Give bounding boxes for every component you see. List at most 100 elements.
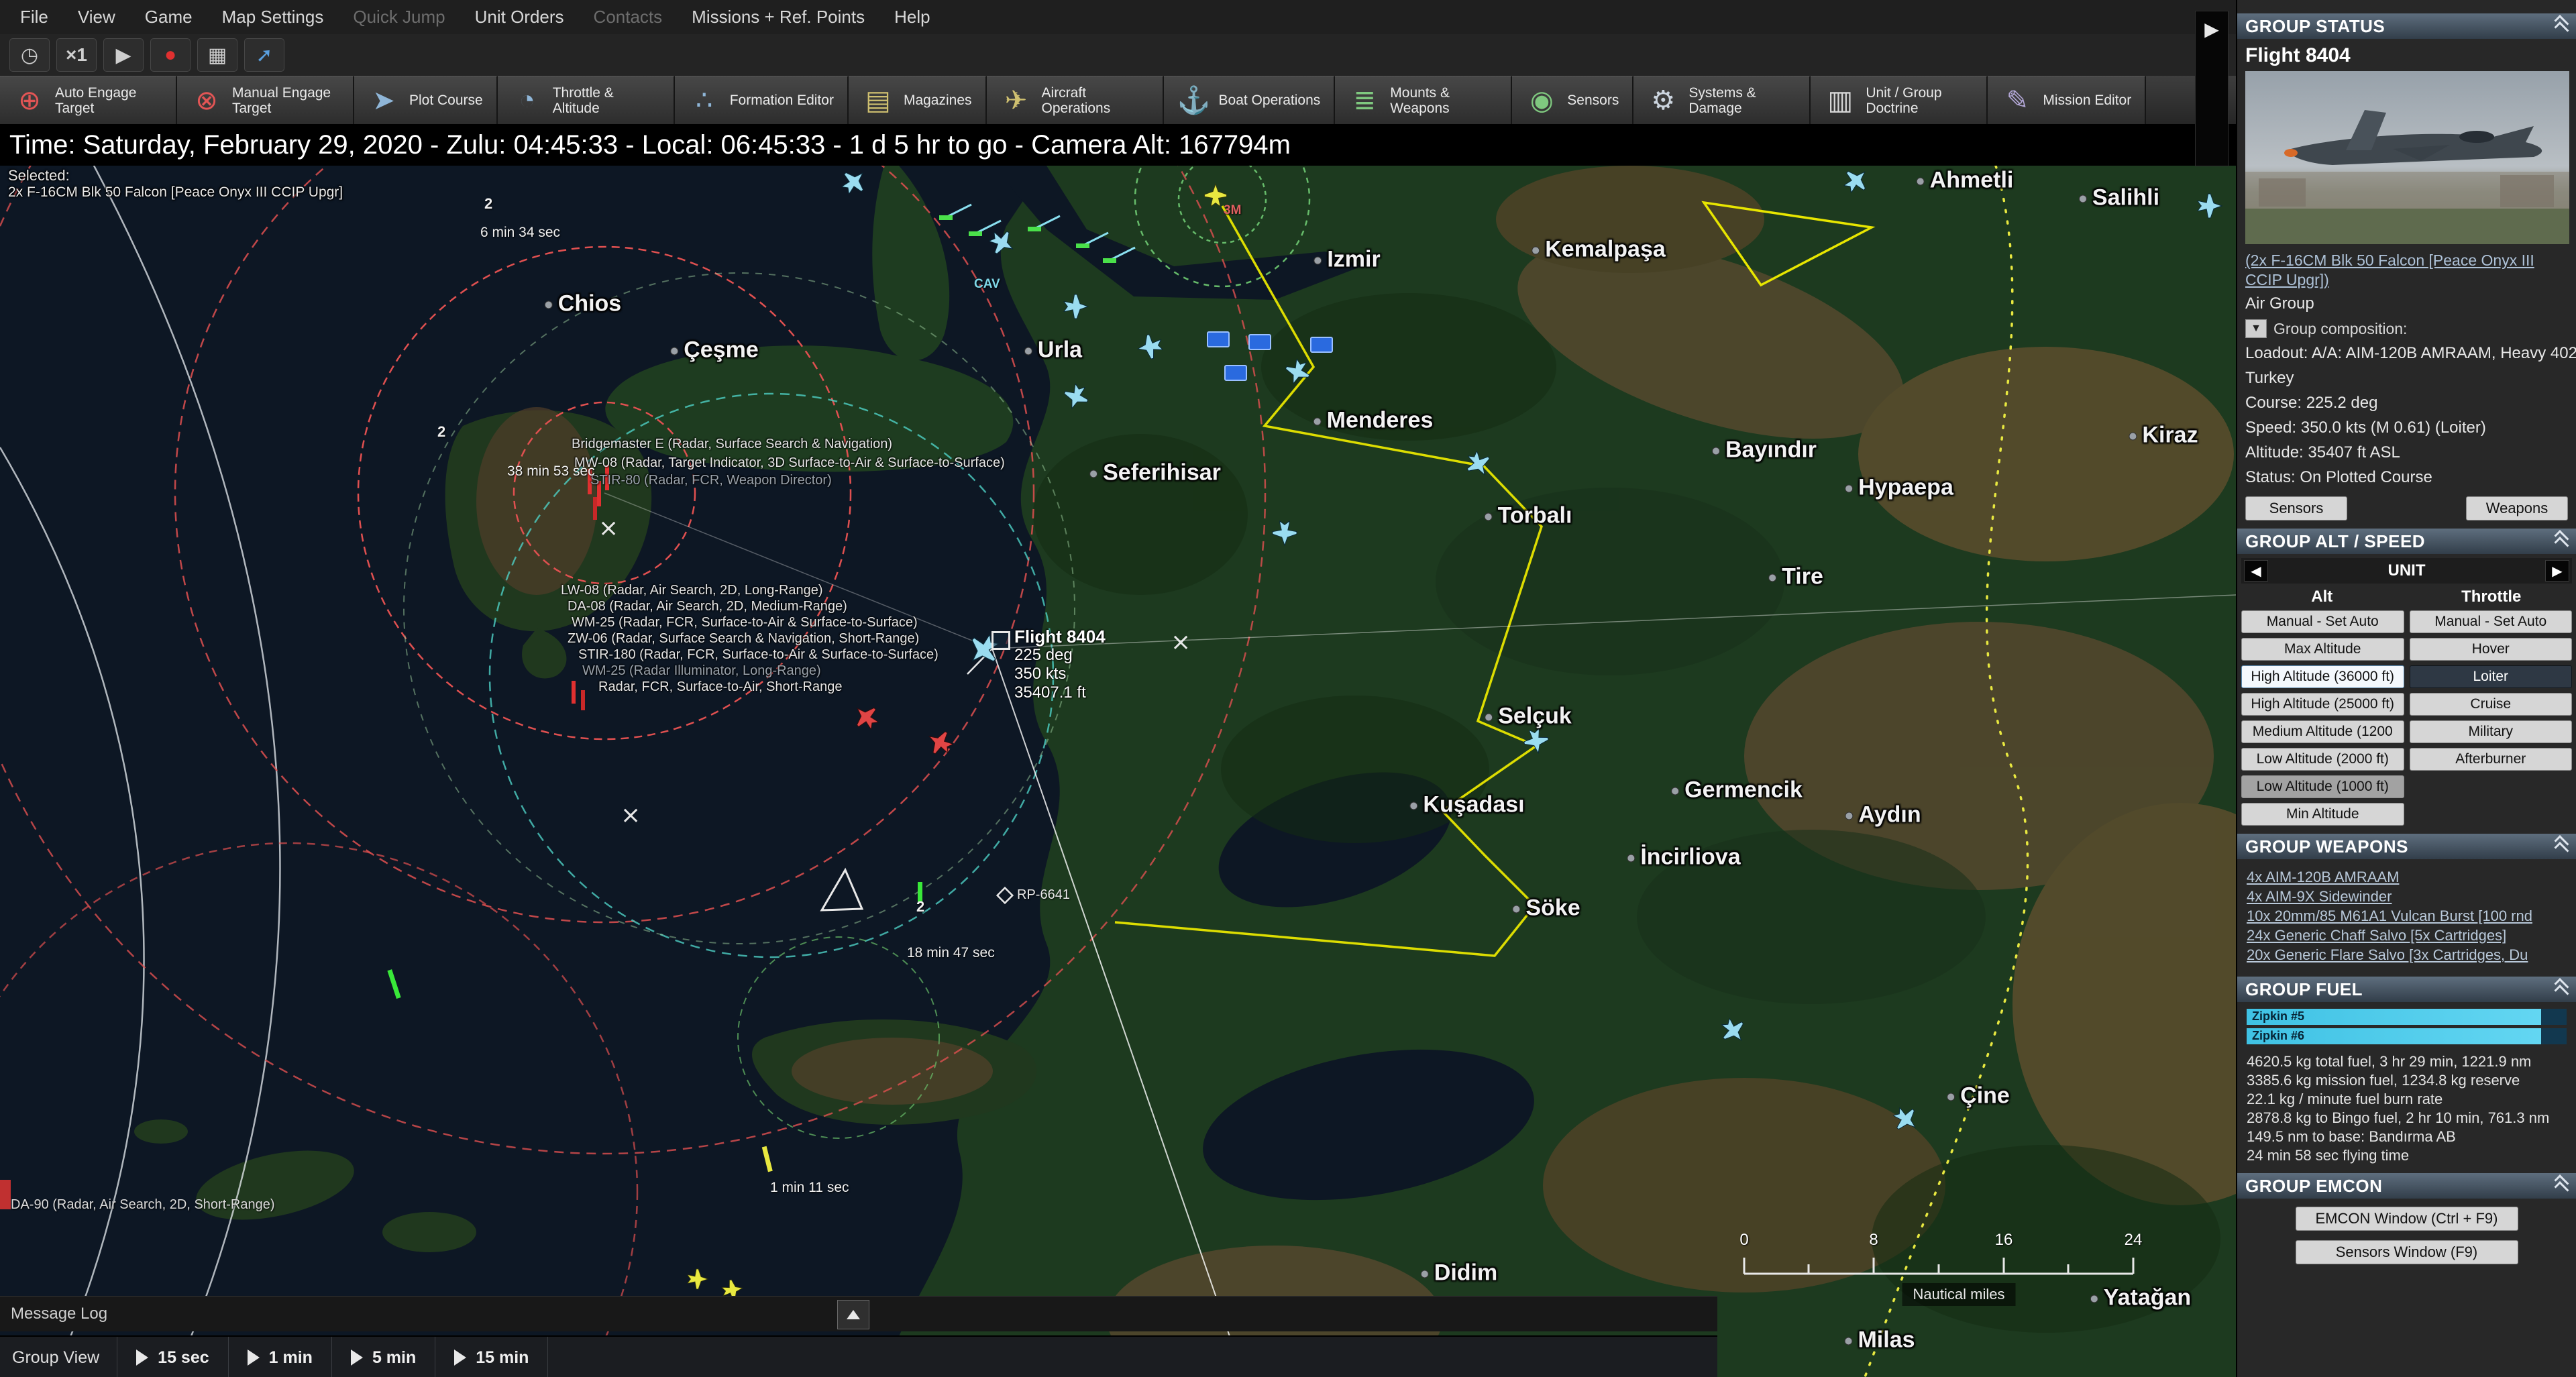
section-title: GROUP ALT / SPEED (2245, 531, 2425, 552)
throttle-button[interactable]: Military (2410, 720, 2573, 743)
group-emcon-header[interactable]: GROUP EMCON (2237, 1173, 2576, 1199)
menu-item[interactable]: Game (130, 0, 207, 34)
fuel-info-line: 3385.6 kg mission fuel, 1234.8 kg reserv… (2247, 1071, 2567, 1090)
f16-photo-illustration (2245, 71, 2569, 244)
time-compression-button[interactable]: ×1 (56, 38, 97, 72)
weapon-link[interactable]: 10x 20mm/85 M61A1 Vulcan Burst [100 rnd (2247, 906, 2567, 926)
weapon-link[interactable]: 4x AIM-9X Sidewinder (2247, 887, 2567, 906)
toolbar-button-label: Magazines (904, 93, 972, 108)
altitude-button[interactable]: High Altitude (25000 ft) (2241, 693, 2404, 716)
composition-dropdown-icon[interactable]: ▼ (2245, 319, 2267, 338)
screenshot-icon[interactable]: ▦ (197, 38, 237, 72)
altitude-button[interactable]: Manual - Set Auto (2241, 610, 2404, 633)
menu-item[interactable]: Unit Orders (460, 0, 579, 34)
group-info-line: Speed: 350.0 kts (M 0.61) (Loiter) (2237, 412, 2576, 437)
svg-text:×: × (598, 514, 619, 542)
next-unit-button[interactable]: ▶ (2545, 560, 2569, 582)
weapons-button[interactable]: Weapons (2466, 496, 2568, 520)
weapon-link[interactable]: 20x Generic Flare Salvo [3x Cartridges, … (2247, 945, 2567, 965)
group-alt-speed-header[interactable]: GROUP ALT / SPEED (2237, 529, 2576, 554)
collapse-chevron-icon[interactable] (2555, 840, 2568, 853)
toolbar-button[interactable]: ◉ Sensors (1512, 76, 1633, 124)
throttle-button[interactable]: Cruise (2410, 693, 2573, 716)
menu-item[interactable]: View (63, 0, 130, 34)
toolbar-button[interactable]: ⚓ Boat Operations (1164, 76, 1336, 124)
record-button[interactable]: ● (150, 38, 191, 72)
group-composition-row: ▼ Group composition: (2237, 314, 2576, 338)
collapse-chevron-icon[interactable] (2555, 983, 2568, 996)
toolbar-button[interactable]: ⊕ Auto Engage Target (0, 76, 177, 124)
toolbar-button[interactable]: ⚙ Systems & Damage (1633, 76, 1811, 124)
fuel-gauge: Zipkin #6 (2247, 1028, 2567, 1044)
throttle-button[interactable]: Hover (2410, 638, 2573, 661)
toolbar-button[interactable]: ∴ Formation Editor (675, 76, 849, 124)
toolbar-button[interactable]: ◔ Throttle & Altitude (498, 76, 675, 124)
altitude-button[interactable]: Max Altitude (2241, 638, 2404, 661)
previous-unit-button[interactable]: ◀ (2244, 560, 2268, 582)
jump-to-icon[interactable]: ➚ (244, 38, 284, 72)
collapse-chevron-icon[interactable] (2555, 19, 2568, 33)
sidebar-collapse-strip[interactable]: ▶ (2195, 11, 2229, 166)
message-log-expand-button[interactable] (837, 1300, 869, 1329)
collapse-chevron-icon[interactable] (2555, 1179, 2568, 1193)
menu-item[interactable]: Map Settings (207, 0, 339, 34)
play-icon (351, 1350, 363, 1366)
emcon-window-button[interactable]: EMCON Window (Ctrl + F9) (2296, 1207, 2518, 1231)
right-sidebar: GROUP STATUS Flight 8404 (2x F-16CM Blk … (2236, 0, 2576, 1377)
map-canvas[interactable]: × × × (0, 166, 2236, 1377)
collapse-chevron-icon[interactable] (2555, 535, 2568, 548)
toolbar-button[interactable]: ➤ Plot Course (354, 76, 498, 124)
emcon-window-button[interactable]: Sensors Window (F9) (2296, 1240, 2518, 1264)
altitude-button[interactable]: Low Altitude (2000 ft) (2241, 748, 2404, 771)
altitude-button[interactable]: Min Altitude (2241, 803, 2404, 826)
playback-speed-button[interactable]: 1 min (229, 1337, 332, 1377)
toolbar-button[interactable]: ▤ Magazines (849, 76, 987, 124)
sensors-button[interactable]: Sensors (2245, 496, 2347, 520)
menu-item[interactable]: Missions + Ref. Points (677, 0, 879, 34)
toolbar-button-icon: ➤ (368, 85, 400, 116)
group-weapons-header[interactable]: GROUP WEAPONS (2237, 834, 2576, 859)
map-viewport[interactable]: × × × (0, 166, 2236, 1377)
message-log-bar[interactable]: Message Log (0, 1296, 1717, 1331)
sensors-weapons-row: Sensors Weapons (2237, 487, 2576, 527)
altitude-button[interactable]: High Altitude (36000 ft) (2241, 665, 2404, 688)
toolbar-button[interactable]: ✎ Mission Editor (1988, 76, 2146, 124)
weapon-link[interactable]: 4x AIM-120B AMRAAM (2247, 867, 2567, 887)
edge-hostile-contact[interactable] (0, 1180, 11, 1209)
toolbar-button[interactable]: ✈ Aircraft Operations (987, 76, 1164, 124)
menu-item[interactable]: Help (879, 0, 945, 34)
unit-selector: ◀ UNIT ▶ (2241, 558, 2572, 584)
toolbar-button[interactable]: ≣ Mounts & Weapons (1335, 76, 1512, 124)
clock-icon[interactable]: ◷ (9, 38, 50, 72)
menu-bar: FileViewGameMap SettingsQuick JumpUnit O… (0, 0, 2241, 35)
group-fuel-header[interactable]: GROUP FUEL (2237, 977, 2576, 1002)
toolbar-button[interactable]: ⊗ Manual Engage Target (177, 76, 354, 124)
group-status-header[interactable]: GROUP STATUS (2237, 13, 2576, 39)
playback-speed-button[interactable]: 15 sec (117, 1337, 228, 1377)
throttle-button[interactable]: Loiter (2410, 665, 2573, 688)
play-icon (136, 1350, 148, 1366)
menu-item[interactable]: Quick Jump (338, 0, 460, 34)
expand-arrow-icon: ▶ (2196, 18, 2228, 40)
fuel-info-line: 24 min 58 sec flying time (2247, 1146, 2567, 1165)
altitude-button[interactable]: Medium Altitude (1200 (2241, 720, 2404, 743)
fuel-info-line: 2878.8 kg to Bingo fuel, 2 hr 10 min, 76… (2247, 1109, 2567, 1127)
playback-speed-button[interactable]: 5 min (332, 1337, 435, 1377)
playback-speed-button[interactable]: 15 min (435, 1337, 548, 1377)
group-view-label[interactable]: Group View (0, 1337, 117, 1377)
group-info-line: Altitude: 35407 ft ASL (2237, 437, 2576, 462)
fuel-info-line: 4620.5 kg total fuel, 3 hr 29 min, 1221.… (2247, 1052, 2567, 1071)
menu-item[interactable]: File (5, 0, 63, 34)
play-button[interactable]: ▶ (103, 38, 144, 72)
toolbar-button-label: Unit / Group Doctrine (1866, 85, 1973, 116)
unit-type-link[interactable]: (2x F-16CM Blk 50 Falcon [Peace Onyx III… (2237, 244, 2576, 290)
toolbar-button-icon: ✈ (1000, 85, 1032, 116)
altitude-buttons: Manual - Set Auto Max Altitude High Altitu… (2241, 610, 2404, 826)
playback-speed-label: 5 min (372, 1348, 416, 1368)
toolbar-button[interactable]: ▥ Unit / Group Doctrine (1811, 76, 1988, 124)
weapon-link[interactable]: 24x Generic Chaff Salvo [5x Cartridges] (2247, 926, 2567, 945)
menu-item[interactable]: Contacts (579, 0, 678, 34)
throttle-button[interactable]: Manual - Set Auto (2410, 610, 2573, 633)
altitude-button[interactable]: Low Altitude (1000 ft) (2241, 775, 2404, 798)
throttle-button[interactable]: Afterburner (2410, 748, 2573, 771)
